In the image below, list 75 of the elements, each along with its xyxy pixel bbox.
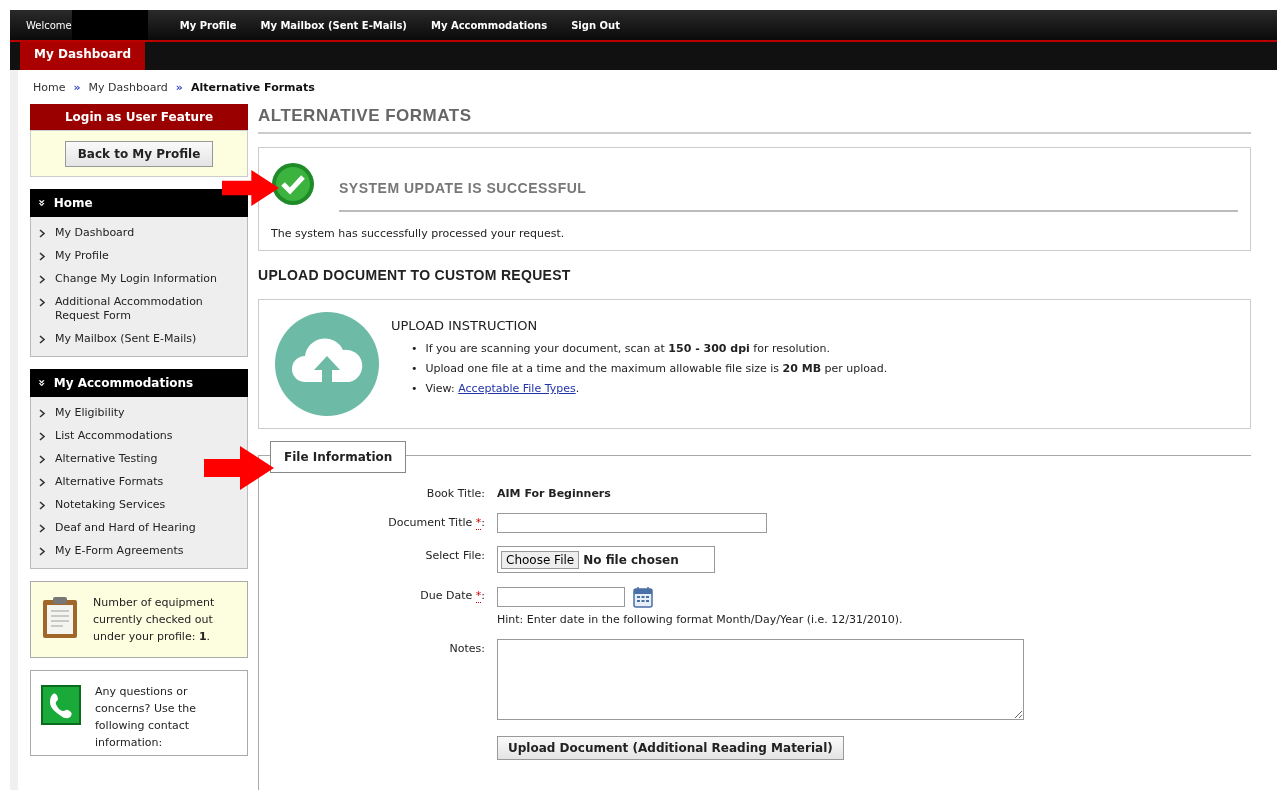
instruction-title: UPLOAD INSTRUCTION [391, 318, 539, 333]
panel-header: Login as User Feature [30, 104, 248, 130]
nav-link[interactable]: My Profile [179, 19, 237, 31]
file-types-link[interactable]: Acceptable File Types [458, 382, 576, 395]
menu-link[interactable]: Deaf and Hard of Hearing [55, 521, 196, 535]
chevron-icon [39, 409, 46, 418]
chevron-icon [39, 229, 46, 238]
chevron-icon [39, 275, 46, 284]
menu-link[interactable]: Notetaking Services [55, 498, 166, 512]
bullet-mark: • [411, 361, 418, 377]
breadcrumb-link[interactable]: Home [33, 81, 66, 94]
chevron-icon [39, 432, 46, 441]
cloud-upload-icon [275, 312, 379, 416]
menu-link[interactable]: Change My Login Information [55, 272, 217, 286]
chevron-icon [39, 547, 46, 556]
field-value: AIM For Beginners [497, 486, 611, 500]
field-label: Notes: [448, 641, 485, 655]
menu-link[interactable]: Alternative Testing [55, 452, 158, 466]
menu-title: My Accommodations [53, 376, 194, 390]
alert-title: SYSTEM UPDATE IS SUCCESSFUL [339, 166, 1238, 212]
contact-text: Any questions or concerns? Use the following contact information: [95, 684, 198, 751]
menu-link[interactable]: My Mailbox (Sent E-Mails) [55, 332, 197, 346]
instruction-text: Upload one file at a time and the maximum allowable file size is 20 MB per upload. [425, 361, 888, 377]
chevron-icon: » [34, 379, 49, 387]
page-title: ALTERNATIVE FORMATS [258, 104, 1251, 134]
breadcrumb-separator: » [73, 81, 81, 94]
menu-link[interactable]: List Accommodations [55, 429, 173, 443]
text-field[interactable] [497, 513, 767, 533]
fieldset-legend: File Information [270, 441, 407, 473]
notes-field[interactable] [497, 639, 1024, 720]
field-label: Document Title *: [387, 515, 485, 529]
chevron-icon [39, 335, 46, 344]
date-field[interactable] [497, 587, 625, 607]
choose-file-button[interactable]: Choose File [501, 550, 580, 569]
chevron-icon [39, 455, 46, 464]
field-label: Select File: [424, 548, 485, 562]
menu-link[interactable]: My Eligibility [55, 406, 125, 420]
chevron-icon: » [34, 199, 49, 207]
menu-title: Home [53, 196, 93, 210]
menu-link[interactable]: Additional Accommodation Request Form [55, 295, 239, 323]
chevron-icon [39, 501, 46, 510]
bullet-mark: • [411, 381, 418, 397]
menu-link[interactable]: My Dashboard [55, 226, 135, 240]
chevron-icon [39, 298, 46, 307]
menu-link[interactable]: Alternative Formats [55, 475, 164, 489]
nav-link[interactable]: My Mailbox (Sent E-Mails) [260, 19, 407, 31]
nav-link[interactable]: My Accommodations [430, 19, 548, 31]
breadcrumb-link[interactable]: My Dashboard [88, 81, 168, 94]
hint-text: Hint: Enter date in the following format Month/Day/Year (i.e. 12/31/2010). [497, 613, 903, 626]
instruction-text: View: Acceptable File Types. [425, 381, 580, 397]
chevron-icon [39, 252, 46, 261]
breadcrumb-separator: » [175, 81, 183, 94]
clipboard-icon [41, 596, 79, 640]
dashboard-tab[interactable]: My Dashboard [20, 42, 146, 70]
instruction-text: If you are scanning your document, scan at 150 - 300 dpi for resolution. [425, 341, 831, 357]
field-label: Book Title: [425, 486, 485, 500]
equipment-text: Number of equipment currently checked out under your profile: 1. [93, 595, 216, 645]
phone-icon [41, 685, 81, 725]
field-label: Due Date *: [419, 588, 485, 602]
bullet-mark: • [411, 341, 418, 357]
alert-message: The system has successfully processed your request. [271, 227, 566, 240]
calendar-icon[interactable] [633, 586, 653, 608]
nav-link[interactable]: Sign Out [571, 19, 620, 31]
menu-link[interactable]: My E-Form Agreements [55, 544, 184, 558]
back-to-profile-button[interactable]: Back to My Profile [64, 141, 214, 167]
checkmark-icon [271, 162, 315, 206]
file-status: No file chosen [583, 552, 679, 567]
menu-link[interactable]: My Profile [55, 249, 109, 263]
upload-document-button[interactable]: Upload Document (Additional Reading Material) [497, 736, 844, 760]
welcome-text: Welcome [26, 19, 72, 31]
chevron-icon [39, 524, 46, 533]
section-title: UPLOAD DOCUMENT TO CUSTOM REQUEST [258, 267, 572, 283]
arrow-icon [202, 446, 276, 490]
file-field[interactable]: Choose File No file chosen [497, 546, 715, 573]
chevron-icon [39, 478, 46, 487]
